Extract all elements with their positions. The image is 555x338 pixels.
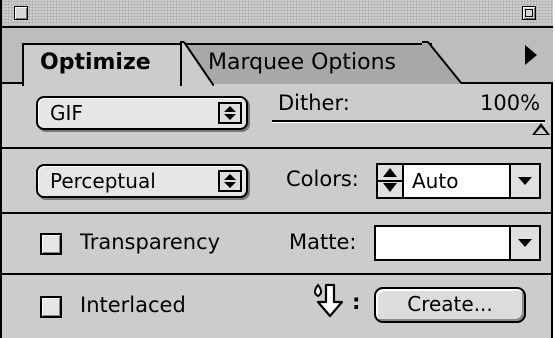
dither-slider-thumb-inner xyxy=(535,127,547,134)
tab-label: Optimize xyxy=(40,50,151,75)
interlaced-label: Interlaced xyxy=(80,293,186,317)
create-droplet-label: Create... xyxy=(407,292,493,316)
tab-label: Marquee Options xyxy=(208,50,396,75)
droplet-separator: : xyxy=(352,290,361,314)
dither-value: 100% xyxy=(480,91,541,115)
matte-label: Matte: xyxy=(289,230,357,254)
colors-label: Colors: xyxy=(286,167,359,191)
row-divider xyxy=(2,212,553,214)
chevron-down-icon[interactable] xyxy=(509,227,539,259)
optimize-palette: Marquee Options Optimize GIF Dither: 100… xyxy=(0,0,553,338)
matte-combo[interactable] xyxy=(374,225,541,261)
file-format-value: GIF xyxy=(50,101,83,125)
tab-marquee-options[interactable]: Marquee Options xyxy=(182,43,432,84)
popup-arrows-icon xyxy=(218,102,242,124)
tab-optimize[interactable]: Optimize xyxy=(22,43,182,86)
popup-arrows-icon xyxy=(218,170,242,192)
tab-slant xyxy=(422,41,462,84)
file-format-popup[interactable]: GIF xyxy=(36,96,248,130)
row-divider xyxy=(2,147,553,149)
droplet-arrow-icon[interactable] xyxy=(312,282,348,320)
create-droplet-button[interactable]: Create... xyxy=(374,287,526,323)
colors-combo[interactable]: Auto xyxy=(402,163,541,199)
interlaced-checkbox[interactable] xyxy=(40,296,62,318)
dither-slider-highlight xyxy=(272,122,545,123)
palette-menu-arrow-icon[interactable] xyxy=(525,45,537,65)
row-divider xyxy=(2,273,553,275)
stepper-divider xyxy=(378,180,402,182)
colors-value: Auto xyxy=(412,169,459,193)
zoom-box-icon[interactable] xyxy=(522,6,536,20)
dither-label: Dither: xyxy=(278,91,350,115)
close-box-icon[interactable] xyxy=(14,6,28,20)
transparency-checkbox[interactable] xyxy=(40,233,62,255)
color-reduction-popup[interactable]: Perceptual xyxy=(36,164,248,198)
colors-stepper[interactable] xyxy=(376,163,404,199)
palette-title-bar[interactable] xyxy=(2,0,553,28)
color-reduction-value: Perceptual xyxy=(50,169,156,193)
tab-strip: Marquee Options Optimize xyxy=(2,28,553,86)
chevron-down-icon[interactable] xyxy=(509,165,539,197)
transparency-label: Transparency xyxy=(80,230,221,254)
tab-active-slant xyxy=(180,41,214,86)
